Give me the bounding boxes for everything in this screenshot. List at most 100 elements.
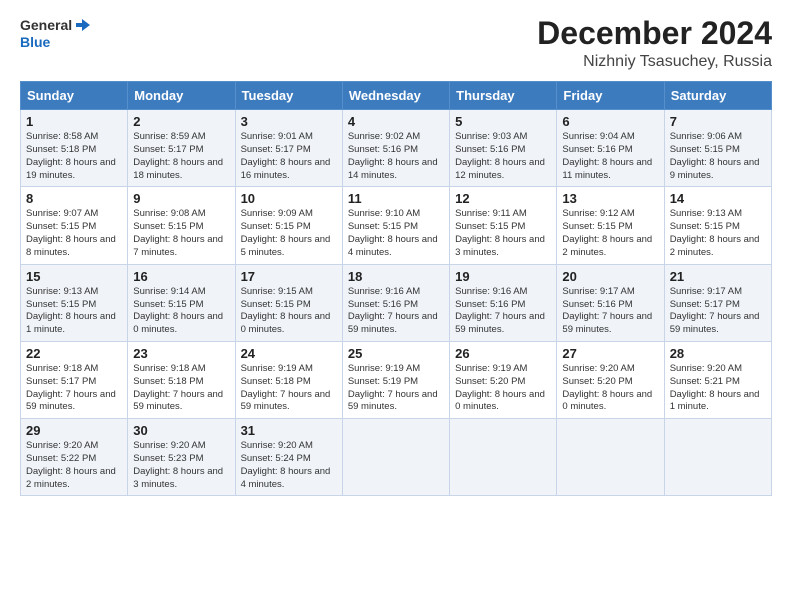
cell-info: Sunrise: 9:20 AMSunset: 5:22 PMDaylight:… bbox=[26, 440, 116, 489]
table-cell bbox=[450, 419, 557, 496]
table-cell: 12 Sunrise: 9:11 AMSunset: 5:15 PMDaylig… bbox=[450, 187, 557, 264]
table-cell: 19 Sunrise: 9:16 AMSunset: 5:16 PMDaylig… bbox=[450, 264, 557, 341]
cell-info: Sunrise: 8:59 AMSunset: 5:17 PMDaylight:… bbox=[133, 131, 223, 180]
table-cell: 4 Sunrise: 9:02 AMSunset: 5:16 PMDayligh… bbox=[342, 110, 449, 187]
cell-info: Sunrise: 9:10 AMSunset: 5:15 PMDaylight:… bbox=[348, 208, 438, 257]
table-cell: 2 Sunrise: 8:59 AMSunset: 5:17 PMDayligh… bbox=[128, 110, 235, 187]
table-cell: 24 Sunrise: 9:19 AMSunset: 5:18 PMDaylig… bbox=[235, 341, 342, 418]
day-number: 21 bbox=[670, 269, 766, 284]
day-number: 28 bbox=[670, 346, 766, 361]
cell-info: Sunrise: 9:20 AMSunset: 5:20 PMDaylight:… bbox=[562, 363, 652, 412]
cell-info: Sunrise: 9:12 AMSunset: 5:15 PMDaylight:… bbox=[562, 208, 652, 257]
table-cell: 30 Sunrise: 9:20 AMSunset: 5:23 PMDaylig… bbox=[128, 419, 235, 496]
day-number: 18 bbox=[348, 269, 444, 284]
day-number: 14 bbox=[670, 191, 766, 206]
cell-info: Sunrise: 9:20 AMSunset: 5:24 PMDaylight:… bbox=[241, 440, 331, 489]
day-number: 6 bbox=[562, 114, 658, 129]
table-cell: 15 Sunrise: 9:13 AMSunset: 5:15 PMDaylig… bbox=[21, 264, 128, 341]
day-number: 1 bbox=[26, 114, 122, 129]
day-number: 29 bbox=[26, 423, 122, 438]
logo-blue: Blue bbox=[20, 34, 92, 50]
table-cell: 11 Sunrise: 9:10 AMSunset: 5:15 PMDaylig… bbox=[342, 187, 449, 264]
cell-info: Sunrise: 9:08 AMSunset: 5:15 PMDaylight:… bbox=[133, 208, 223, 257]
table-cell: 10 Sunrise: 9:09 AMSunset: 5:15 PMDaylig… bbox=[235, 187, 342, 264]
table-cell: 29 Sunrise: 9:20 AMSunset: 5:22 PMDaylig… bbox=[21, 419, 128, 496]
month-title: December 2024 bbox=[537, 16, 772, 51]
cell-info: Sunrise: 9:16 AMSunset: 5:16 PMDaylight:… bbox=[455, 286, 545, 335]
cell-info: Sunrise: 9:06 AMSunset: 5:15 PMDaylight:… bbox=[670, 131, 760, 180]
cell-info: Sunrise: 9:17 AMSunset: 5:16 PMDaylight:… bbox=[562, 286, 652, 335]
cell-info: Sunrise: 9:14 AMSunset: 5:15 PMDaylight:… bbox=[133, 286, 223, 335]
table-row: 29 Sunrise: 9:20 AMSunset: 5:22 PMDaylig… bbox=[21, 419, 772, 496]
day-number: 11 bbox=[348, 191, 444, 206]
table-cell: 14 Sunrise: 9:13 AMSunset: 5:15 PMDaylig… bbox=[664, 187, 771, 264]
cell-info: Sunrise: 9:09 AMSunset: 5:15 PMDaylight:… bbox=[241, 208, 331, 257]
cell-info: Sunrise: 9:18 AMSunset: 5:17 PMDaylight:… bbox=[26, 363, 116, 412]
day-number: 27 bbox=[562, 346, 658, 361]
cell-info: Sunrise: 9:20 AMSunset: 5:21 PMDaylight:… bbox=[670, 363, 760, 412]
cell-info: Sunrise: 9:17 AMSunset: 5:17 PMDaylight:… bbox=[670, 286, 760, 335]
header-saturday: Saturday bbox=[664, 82, 771, 110]
table-cell: 17 Sunrise: 9:15 AMSunset: 5:15 PMDaylig… bbox=[235, 264, 342, 341]
table-row: 15 Sunrise: 9:13 AMSunset: 5:15 PMDaylig… bbox=[21, 264, 772, 341]
table-cell: 7 Sunrise: 9:06 AMSunset: 5:15 PMDayligh… bbox=[664, 110, 771, 187]
header: General Blue December 2024 Nizhniy Tsasu… bbox=[20, 16, 772, 71]
day-number: 7 bbox=[670, 114, 766, 129]
day-number: 20 bbox=[562, 269, 658, 284]
table-cell: 16 Sunrise: 9:14 AMSunset: 5:15 PMDaylig… bbox=[128, 264, 235, 341]
location-title: Nizhniy Tsasuchey, Russia bbox=[537, 53, 772, 71]
cell-info: Sunrise: 9:02 AMSunset: 5:16 PMDaylight:… bbox=[348, 131, 438, 180]
day-number: 10 bbox=[241, 191, 337, 206]
header-thursday: Thursday bbox=[450, 82, 557, 110]
table-cell: 23 Sunrise: 9:18 AMSunset: 5:18 PMDaylig… bbox=[128, 341, 235, 418]
table-cell bbox=[664, 419, 771, 496]
calendar-table: Sunday Monday Tuesday Wednesday Thursday… bbox=[20, 81, 772, 496]
day-number: 3 bbox=[241, 114, 337, 129]
table-cell: 21 Sunrise: 9:17 AMSunset: 5:17 PMDaylig… bbox=[664, 264, 771, 341]
cell-info: Sunrise: 9:19 AMSunset: 5:18 PMDaylight:… bbox=[241, 363, 331, 412]
cell-info: Sunrise: 9:15 AMSunset: 5:15 PMDaylight:… bbox=[241, 286, 331, 335]
header-friday: Friday bbox=[557, 82, 664, 110]
header-monday: Monday bbox=[128, 82, 235, 110]
table-cell: 1 Sunrise: 8:58 AMSunset: 5:18 PMDayligh… bbox=[21, 110, 128, 187]
cell-info: Sunrise: 9:13 AMSunset: 5:15 PMDaylight:… bbox=[670, 208, 760, 257]
header-wednesday: Wednesday bbox=[342, 82, 449, 110]
day-number: 26 bbox=[455, 346, 551, 361]
cell-info: Sunrise: 9:18 AMSunset: 5:18 PMDaylight:… bbox=[133, 363, 223, 412]
table-cell: 27 Sunrise: 9:20 AMSunset: 5:20 PMDaylig… bbox=[557, 341, 664, 418]
header-row: Sunday Monday Tuesday Wednesday Thursday… bbox=[21, 82, 772, 110]
logo: General Blue bbox=[20, 16, 92, 50]
day-number: 25 bbox=[348, 346, 444, 361]
day-number: 12 bbox=[455, 191, 551, 206]
table-cell: 25 Sunrise: 9:19 AMSunset: 5:19 PMDaylig… bbox=[342, 341, 449, 418]
table-cell: 31 Sunrise: 9:20 AMSunset: 5:24 PMDaylig… bbox=[235, 419, 342, 496]
table-row: 22 Sunrise: 9:18 AMSunset: 5:17 PMDaylig… bbox=[21, 341, 772, 418]
day-number: 2 bbox=[133, 114, 229, 129]
table-row: 1 Sunrise: 8:58 AMSunset: 5:18 PMDayligh… bbox=[21, 110, 772, 187]
table-cell: 22 Sunrise: 9:18 AMSunset: 5:17 PMDaylig… bbox=[21, 341, 128, 418]
day-number: 19 bbox=[455, 269, 551, 284]
cell-info: Sunrise: 9:03 AMSunset: 5:16 PMDaylight:… bbox=[455, 131, 545, 180]
cell-info: Sunrise: 9:01 AMSunset: 5:17 PMDaylight:… bbox=[241, 131, 331, 180]
header-sunday: Sunday bbox=[21, 82, 128, 110]
cell-info: Sunrise: 8:58 AMSunset: 5:18 PMDaylight:… bbox=[26, 131, 116, 180]
day-number: 24 bbox=[241, 346, 337, 361]
day-number: 8 bbox=[26, 191, 122, 206]
cell-info: Sunrise: 9:16 AMSunset: 5:16 PMDaylight:… bbox=[348, 286, 438, 335]
cell-info: Sunrise: 9:11 AMSunset: 5:15 PMDaylight:… bbox=[455, 208, 545, 257]
cell-info: Sunrise: 9:19 AMSunset: 5:20 PMDaylight:… bbox=[455, 363, 545, 412]
cell-info: Sunrise: 9:13 AMSunset: 5:15 PMDaylight:… bbox=[26, 286, 116, 335]
cell-info: Sunrise: 9:04 AMSunset: 5:16 PMDaylight:… bbox=[562, 131, 652, 180]
title-block: December 2024 Nizhniy Tsasuchey, Russia bbox=[537, 16, 772, 71]
table-cell bbox=[557, 419, 664, 496]
day-number: 30 bbox=[133, 423, 229, 438]
table-cell: 13 Sunrise: 9:12 AMSunset: 5:15 PMDaylig… bbox=[557, 187, 664, 264]
cell-info: Sunrise: 9:20 AMSunset: 5:23 PMDaylight:… bbox=[133, 440, 223, 489]
page-container: General Blue December 2024 Nizhniy Tsasu… bbox=[0, 0, 792, 506]
day-number: 31 bbox=[241, 423, 337, 438]
logo-general: General bbox=[20, 17, 72, 33]
cell-info: Sunrise: 9:07 AMSunset: 5:15 PMDaylight:… bbox=[26, 208, 116, 257]
day-number: 4 bbox=[348, 114, 444, 129]
table-row: 8 Sunrise: 9:07 AMSunset: 5:15 PMDayligh… bbox=[21, 187, 772, 264]
day-number: 5 bbox=[455, 114, 551, 129]
